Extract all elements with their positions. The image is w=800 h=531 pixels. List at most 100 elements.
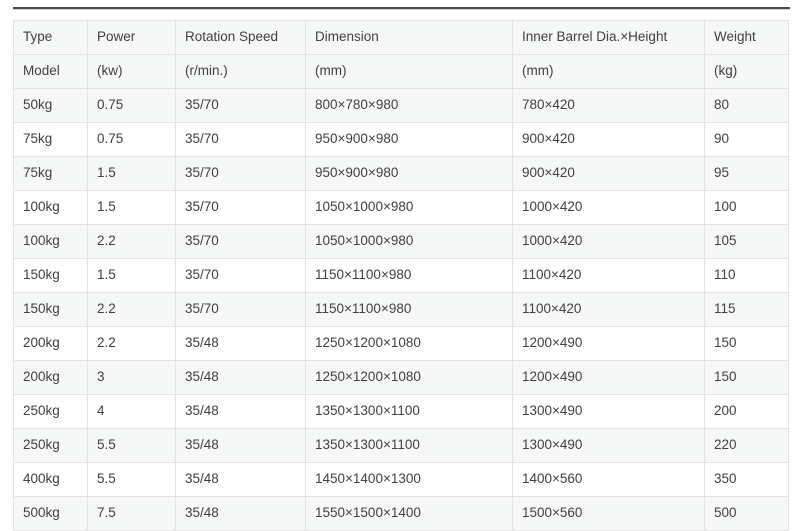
- top-divider-rule: [13, 7, 790, 10]
- column-unit-cell: (mm): [513, 55, 705, 89]
- table-cell: 35/70: [176, 259, 306, 293]
- column-unit-cell: (kw): [88, 55, 176, 89]
- column-unit-cell: (mm): [306, 55, 513, 89]
- table-cell: 2.2: [88, 293, 176, 327]
- table-cell: 1400×560: [513, 463, 705, 497]
- table-cell: 500kg: [14, 497, 88, 531]
- table-cell: 35/48: [176, 327, 306, 361]
- table-cell: 200: [705, 395, 789, 429]
- table-cell: 35/48: [176, 361, 306, 395]
- table-cell: 35/70: [176, 191, 306, 225]
- table-row: 75kg1.535/70950×900×980900×42095: [14, 157, 789, 191]
- table-cell: 1.5: [88, 259, 176, 293]
- table-row: 150kg1.535/701150×1100×9801100×420110: [14, 259, 789, 293]
- table-cell: 35/48: [176, 395, 306, 429]
- table-cell: 780×420: [513, 89, 705, 123]
- table-cell: 400kg: [14, 463, 88, 497]
- table-cell: 1300×490: [513, 395, 705, 429]
- spec-table-container: TypePowerRotation SpeedDimensionInner Ba…: [13, 20, 788, 531]
- table-cell: 75kg: [14, 123, 88, 157]
- table-cell: 1350×1300×1100: [306, 395, 513, 429]
- table-row: 100kg2.235/701050×1000×9801000×420105: [14, 225, 789, 259]
- table-cell: 4: [88, 395, 176, 429]
- table-cell: 1000×420: [513, 191, 705, 225]
- specification-table: TypePowerRotation SpeedDimensionInner Ba…: [13, 20, 789, 531]
- table-cell: 95: [705, 157, 789, 191]
- table-cell: 35/70: [176, 123, 306, 157]
- table-row: 150kg2.235/701150×1100×9801100×420115: [14, 293, 789, 327]
- table-row: 200kg2.235/481250×1200×10801200×490150: [14, 327, 789, 361]
- table-cell: 1100×420: [513, 293, 705, 327]
- document-page: TypePowerRotation SpeedDimensionInner Ba…: [0, 0, 800, 521]
- table-cell: 35/48: [176, 463, 306, 497]
- table-cell: 1.5: [88, 157, 176, 191]
- table-row: 500kg7.535/481550×1500×14001500×560500: [14, 497, 789, 531]
- table-cell: 90: [705, 123, 789, 157]
- table-cell: 1150×1100×980: [306, 293, 513, 327]
- table-cell: 5.5: [88, 429, 176, 463]
- table-row: 200kg335/481250×1200×10801200×490150: [14, 361, 789, 395]
- table-cell: 1200×490: [513, 361, 705, 395]
- table-cell: 900×420: [513, 123, 705, 157]
- table-cell: 1.5: [88, 191, 176, 225]
- table-cell: 200kg: [14, 327, 88, 361]
- table-cell: 250kg: [14, 429, 88, 463]
- table-cell: 5.5: [88, 463, 176, 497]
- table-cell: 3: [88, 361, 176, 395]
- table-cell: 1350×1300×1100: [306, 429, 513, 463]
- table-cell: 0.75: [88, 89, 176, 123]
- table-cell: 35/48: [176, 497, 306, 531]
- table-cell: 35/70: [176, 293, 306, 327]
- table-cell: 2.2: [88, 225, 176, 259]
- column-unit-cell: Model: [14, 55, 88, 89]
- table-cell: 35/70: [176, 89, 306, 123]
- table-cell: 1500×560: [513, 497, 705, 531]
- table-cell: 1100×420: [513, 259, 705, 293]
- table-cell: 75kg: [14, 157, 88, 191]
- table-cell: 1050×1000×980: [306, 191, 513, 225]
- table-row: 100kg1.535/701050×1000×9801000×420100: [14, 191, 789, 225]
- table-cell: 2.2: [88, 327, 176, 361]
- table-cell: 1450×1400×1300: [306, 463, 513, 497]
- table-cell: 1550×1500×1400: [306, 497, 513, 531]
- table-cell: 800×780×980: [306, 89, 513, 123]
- table-cell: 100kg: [14, 225, 88, 259]
- table-cell: 35/70: [176, 225, 306, 259]
- table-cell: 1200×490: [513, 327, 705, 361]
- table-cell: 900×420: [513, 157, 705, 191]
- table-cell: 7.5: [88, 497, 176, 531]
- table-cell: 350: [705, 463, 789, 497]
- table-cell: 80: [705, 89, 789, 123]
- table-cell: 220: [705, 429, 789, 463]
- table-cell: 1300×490: [513, 429, 705, 463]
- table-cell: 0.75: [88, 123, 176, 157]
- table-row: 250kg5.535/481350×1300×11001300×490220: [14, 429, 789, 463]
- table-cell: 1250×1200×1080: [306, 327, 513, 361]
- table-body: TypePowerRotation SpeedDimensionInner Ba…: [14, 21, 789, 531]
- table-cell: 1150×1100×980: [306, 259, 513, 293]
- table-cell: 150: [705, 361, 789, 395]
- table-row: 400kg5.535/481450×1400×13001400×560350: [14, 463, 789, 497]
- table-header-row: TypePowerRotation SpeedDimensionInner Ba…: [14, 21, 789, 55]
- table-unit-row: Model(kw)(r/min.)(mm)(mm)(kg): [14, 55, 789, 89]
- table-row: 250kg435/481350×1300×11001300×490200: [14, 395, 789, 429]
- table-row: 75kg0.7535/70950×900×980900×42090: [14, 123, 789, 157]
- column-header-cell: Inner Barrel Dia.×Height: [513, 21, 705, 55]
- table-cell: 150kg: [14, 293, 88, 327]
- column-header-cell: Dimension: [306, 21, 513, 55]
- table-cell: 35/70: [176, 157, 306, 191]
- table-cell: 100: [705, 191, 789, 225]
- table-cell: 150: [705, 327, 789, 361]
- table-cell: 200kg: [14, 361, 88, 395]
- table-cell: 950×900×980: [306, 123, 513, 157]
- table-cell: 115: [705, 293, 789, 327]
- column-header-cell: Type: [14, 21, 88, 55]
- column-header-cell: Rotation Speed: [176, 21, 306, 55]
- column-header-cell: Weight: [705, 21, 789, 55]
- table-cell: 100kg: [14, 191, 88, 225]
- column-unit-cell: (r/min.): [176, 55, 306, 89]
- table-cell: 1250×1200×1080: [306, 361, 513, 395]
- column-unit-cell: (kg): [705, 55, 789, 89]
- table-cell: 105: [705, 225, 789, 259]
- table-row: 50kg0.7535/70800×780×980780×42080: [14, 89, 789, 123]
